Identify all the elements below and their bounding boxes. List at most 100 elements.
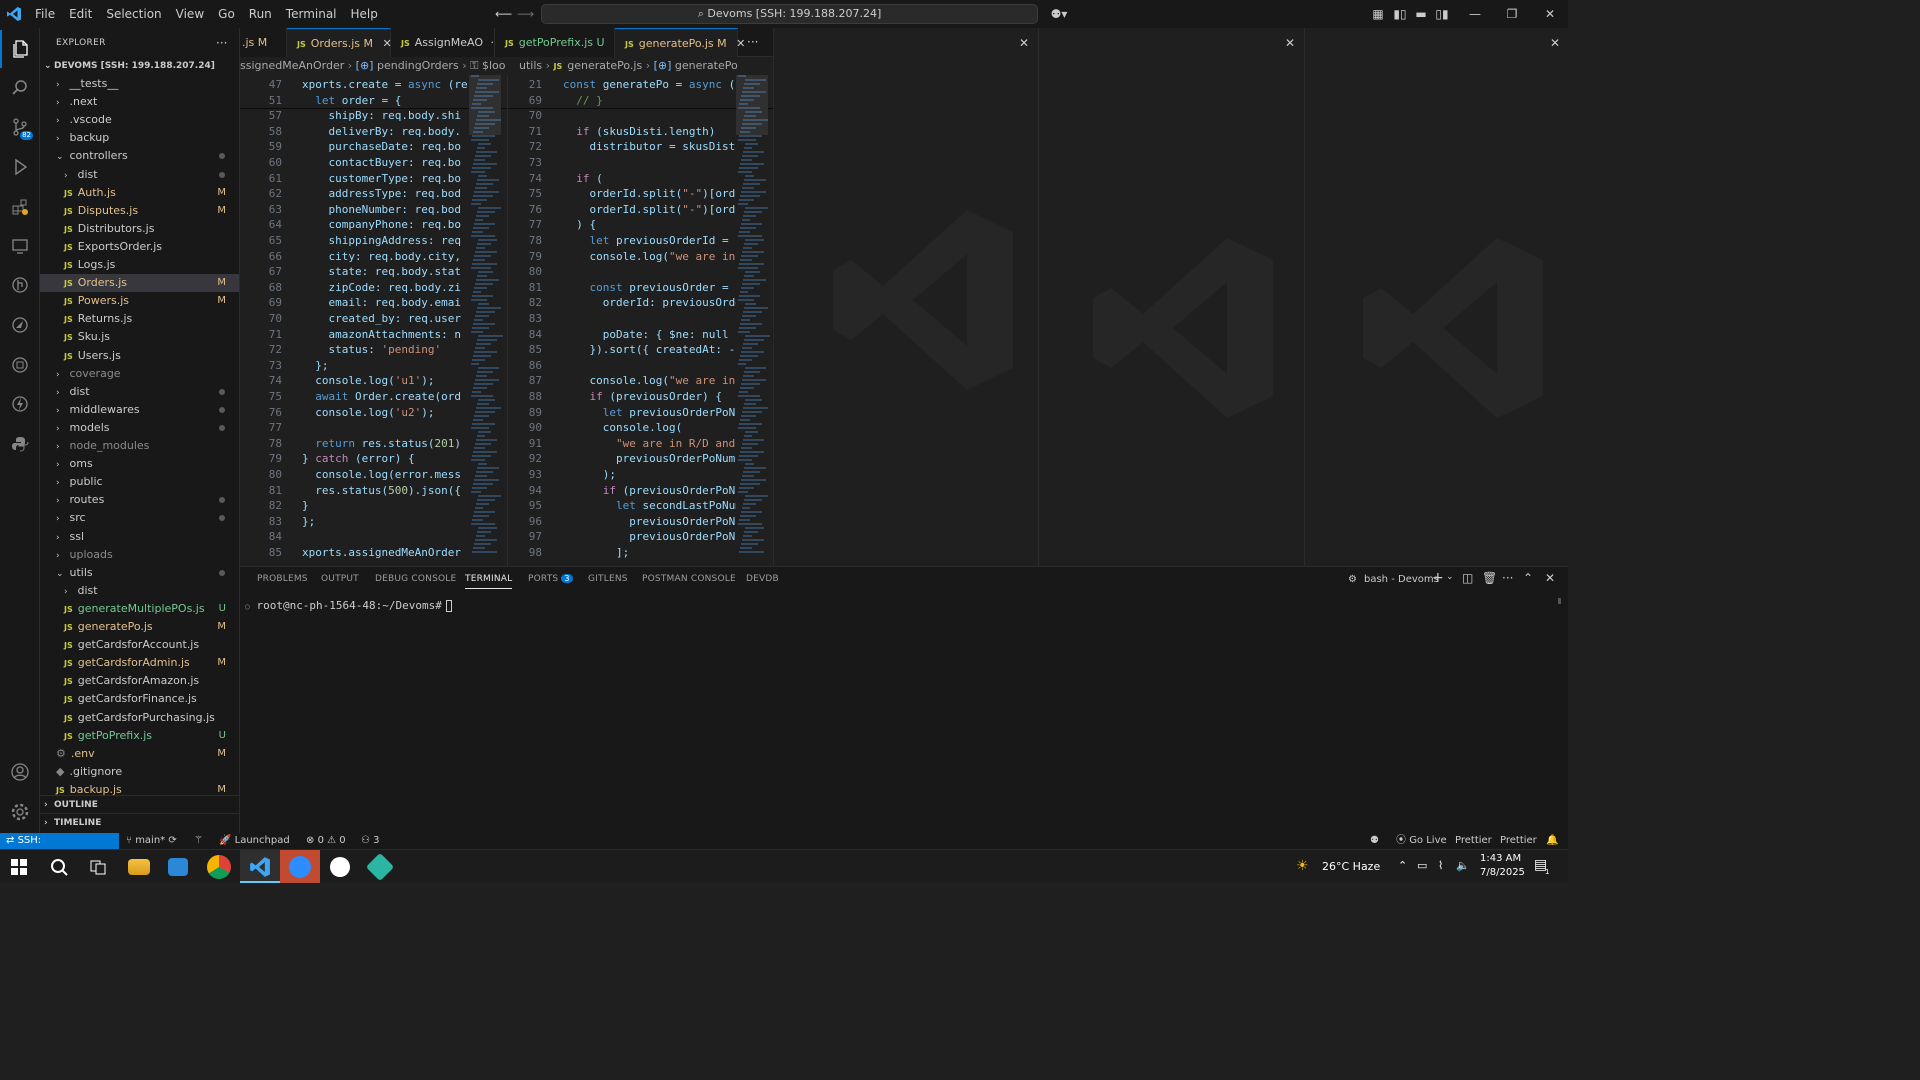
menu-view[interactable]: View	[169, 0, 211, 28]
copilot-icon[interactable]: ⚉▾	[1047, 0, 1071, 28]
postman-icon[interactable]	[0, 306, 40, 344]
code-line[interactable]: city: req.body.city,	[302, 249, 460, 265]
store-icon[interactable]	[168, 858, 188, 876]
file-returns-js[interactable]: JS Returns.js	[40, 310, 239, 328]
file--env[interactable]: ⚙ .env M	[40, 745, 239, 763]
panel-tab-problems[interactable]: PROBLEMS	[257, 574, 308, 584]
panel-tab-output[interactable]: OUTPUT	[321, 574, 359, 584]
code-line[interactable]: if (previousOrderPoNu	[563, 483, 742, 499]
panel-tab-ports[interactable]: PORTS 3	[528, 574, 573, 584]
outline-section[interactable]: › OUTLINE	[40, 795, 239, 813]
windows-start-icon[interactable]	[11, 859, 27, 875]
code-line[interactable]: console.log('u1');	[302, 373, 434, 389]
battery-icon[interactable]: ▭	[1417, 859, 1427, 872]
code-line[interactable]: const previousOrder = a	[563, 280, 742, 296]
go-live-item[interactable]: ⦿ Go Live	[1396, 833, 1447, 849]
folder-uploads[interactable]: › uploads	[40, 546, 239, 564]
panel-tab-terminal[interactable]: TERMINAL	[465, 574, 513, 589]
settings-gear-icon[interactable]	[0, 793, 40, 831]
panel-tab-devdb[interactable]: DEVDB	[746, 574, 779, 584]
code-line[interactable]: let secondLastPoNum	[563, 498, 742, 514]
maximize-panel-icon[interactable]: ⌃	[1523, 571, 1533, 585]
code-line[interactable]: purchaseDate: req.bo	[302, 139, 460, 155]
folder-coverage[interactable]: › coverage	[40, 365, 239, 383]
code-line[interactable]: console.log('u2');	[302, 405, 434, 421]
folder--next[interactable]: › .next	[40, 93, 239, 111]
tab-orders-js[interactable]: JS Orders.js M ✕	[287, 28, 392, 57]
source-control-icon[interactable]: 82	[0, 108, 40, 146]
code-line[interactable]: };	[302, 358, 328, 374]
code-line[interactable]: console.log("we are in	[563, 249, 742, 265]
file-getcardsforfinance-js[interactable]: JS getCardsforFinance.js	[40, 690, 239, 708]
minimap-slider[interactable]	[736, 75, 768, 135]
menu-file[interactable]: File	[28, 0, 62, 28]
code-line[interactable]: zipCode: req.body.zi	[302, 280, 460, 296]
close-window-icon[interactable]: ✕	[1540, 0, 1560, 28]
timeline-section[interactable]: › TIMELINE	[40, 813, 239, 831]
folder--vscode[interactable]: › .vscode	[40, 111, 239, 129]
code-line[interactable]: phoneNumber: req.bod	[302, 202, 460, 218]
folder-dist[interactable]: › dist	[40, 582, 239, 600]
code-line[interactable]: if (skusDisti.length)	[563, 124, 715, 140]
code-line[interactable]: ];	[563, 545, 629, 561]
code-line[interactable]: ) {	[563, 217, 596, 233]
tab-clipped[interactable]: .js M	[240, 28, 287, 57]
code-line[interactable]: distributor = skusDisti	[563, 139, 741, 155]
back-arrow-icon[interactable]: ⟵	[495, 0, 512, 28]
forward-arrow-icon[interactable]: ⟶	[517, 0, 534, 28]
zoom-taskbar-icon[interactable]	[280, 850, 320, 883]
volume-icon[interactable]: 🔈	[1456, 859, 1470, 872]
code-line[interactable]: if (previousOrder) {	[563, 389, 722, 405]
code-line[interactable]: addressType: req.bod	[302, 186, 460, 202]
terminal-output[interactable]: ○ root@nc-ph-1564-48:~/Devoms#	[245, 599, 1555, 824]
task-view-icon[interactable]	[90, 859, 106, 875]
docker-icon[interactable]	[0, 346, 40, 384]
weather-text[interactable]: 26°C Haze	[1322, 860, 1380, 873]
file-generatemultiplepos-js[interactable]: JS generateMultiplePOs.js U	[40, 600, 239, 618]
problems-item[interactable]: ⊗ 0 ⚠ 0	[306, 833, 346, 849]
file-auth-js[interactable]: JS Auth.js M	[40, 184, 239, 202]
code-line[interactable]: await Order.create(ord	[302, 389, 461, 405]
menu-run[interactable]: Run	[242, 0, 279, 28]
code-line[interactable]: console.log("we are in	[563, 373, 742, 389]
folder-src[interactable]: › src	[40, 509, 239, 527]
weather-icon[interactable]: ☀	[1296, 858, 1309, 874]
code-line[interactable]: shippingAddress: req	[302, 233, 460, 249]
editor-orders-js[interactable]: 47 xports.create = async (re 51 let order …	[240, 75, 507, 566]
split-terminal-icon[interactable]: ◫	[1462, 571, 1473, 585]
prettier-item-2[interactable]: Prettier	[1500, 833, 1537, 849]
code-line[interactable]: orderId.split("-")[orde	[563, 202, 741, 218]
code-line[interactable]: status: 'pending'	[302, 342, 441, 358]
code-line[interactable]: console.log(error.mess	[302, 467, 461, 483]
thunder-client-icon[interactable]	[0, 385, 40, 423]
new-terminal-icon[interactable]: +	[1432, 570, 1444, 586]
prettier-item[interactable]: Prettier	[1455, 833, 1492, 849]
code-line[interactable]: let previousOrderPoNu	[563, 405, 742, 421]
folder-models[interactable]: › models	[40, 419, 239, 437]
folder-dist[interactable]: › dist	[40, 166, 239, 184]
menu-go[interactable]: Go	[211, 0, 242, 28]
more-actions-icon[interactable]: ···	[216, 36, 227, 50]
run-debug-icon[interactable]	[0, 148, 40, 186]
code-line[interactable]: amazonAttachments: n	[302, 327, 460, 343]
accounts-icon[interactable]	[0, 753, 40, 791]
close-panel-icon[interactable]: ✕	[1545, 571, 1555, 585]
code-line[interactable]: xports.create = async (re	[302, 77, 468, 93]
remote-explorer-icon[interactable]	[0, 227, 40, 265]
restore-window-icon[interactable]: ❐	[1502, 0, 1522, 28]
code-line[interactable]: const generatePo = async (c	[563, 77, 742, 93]
file-orders-js[interactable]: JS Orders.js M	[40, 274, 239, 293]
folder-oms[interactable]: › oms	[40, 455, 239, 473]
code-line[interactable]: console.log(	[563, 420, 682, 436]
code-line[interactable]: }	[302, 498, 309, 514]
code-line[interactable]: // }	[563, 93, 603, 109]
file--gitignore[interactable]: ◆ .gitignore	[40, 763, 239, 781]
file-generatepo-js[interactable]: JS generatePo.js M	[40, 618, 239, 636]
gitlens-status-icon[interactable]: ⚚	[194, 833, 203, 849]
folder-ssl[interactable]: › ssl	[40, 528, 239, 546]
close-group-icon[interactable]: ✕	[1285, 36, 1295, 50]
file-getpoprefix-js[interactable]: JS getPoPrefix.js U	[40, 727, 239, 745]
tab-assignmeao[interactable]: JSAssignMeAO ···	[391, 28, 501, 57]
panel-tab-debug-console[interactable]: DEBUG CONSOLE	[375, 574, 456, 584]
folder-public[interactable]: › public	[40, 473, 239, 491]
